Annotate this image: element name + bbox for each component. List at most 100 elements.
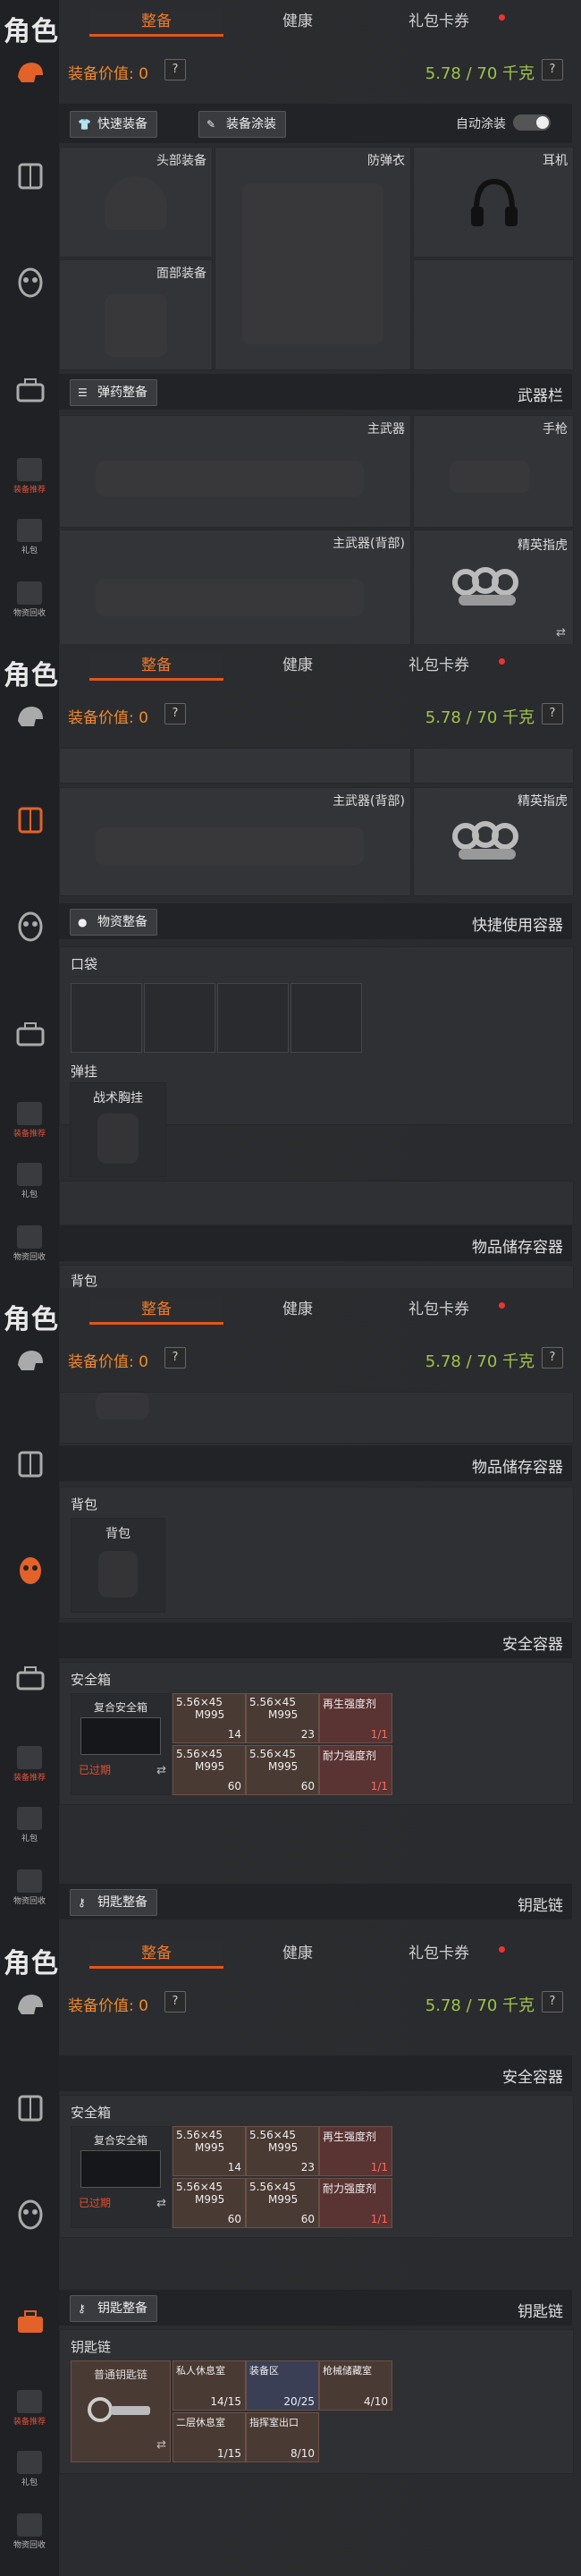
help-button[interactable]: ? <box>542 1347 563 1368</box>
slot-ear[interactable]: 耳机 <box>413 147 574 258</box>
key-item-2[interactable]: 装备区 20/25 <box>246 2360 319 2411</box>
safe-item-4[interactable]: 5.56×45 M995 60 <box>173 2178 246 2228</box>
tab-health[interactable]: 健康 <box>231 1941 365 1966</box>
help-button[interactable]: ? <box>542 703 563 724</box>
tab-prepare[interactable]: 整备 <box>89 653 223 681</box>
vest-icon[interactable] <box>13 801 48 837</box>
sidebar-item-gift[interactable]: 礼包 <box>9 519 50 564</box>
toolbox-icon[interactable] <box>13 372 48 408</box>
swap-icon[interactable]: ⇄ <box>556 626 566 640</box>
toolbox-icon[interactable] <box>13 1016 48 1052</box>
slot-pistol[interactable] <box>413 748 574 784</box>
help-button[interactable]: ? <box>164 1347 186 1368</box>
safe-item-5[interactable]: 5.56×45 M995 60 <box>246 2178 319 2228</box>
sidebar-item-recycle[interactable]: 物资回收 <box>9 1869 50 1914</box>
safe-item-5[interactable]: 5.56×45 M995 60 <box>246 1745 319 1795</box>
pocket-slot-1[interactable] <box>71 983 142 1053</box>
toolbox-icon[interactable] <box>13 2304 48 2340</box>
sidebar-item-recycle[interactable]: 物资回收 <box>9 581 50 626</box>
sidebar-item-gift[interactable]: 礼包 <box>9 2451 50 2496</box>
swap-icon[interactable]: ⇄ <box>156 2197 166 2210</box>
helmet-icon[interactable] <box>13 1987 48 2023</box>
tab-gift-cards[interactable]: 礼包卡券 <box>372 653 506 678</box>
sidebar-item-recommend[interactable]: 装备推荐 <box>9 1746 50 1791</box>
ammo-button[interactable]: ☰ 弹药整备 <box>70 379 157 406</box>
tab-gift-cards[interactable]: 礼包卡券 <box>372 1941 506 1966</box>
safe-item-1[interactable]: 5.56×45 M995 14 <box>173 1693 246 1743</box>
sidebar-item-gift[interactable]: 礼包 <box>9 1163 50 1208</box>
keychain-box[interactable]: 普通钥匙链 ⇄ <box>71 2360 171 2462</box>
tab-prepare[interactable]: 整备 <box>89 9 223 37</box>
slot-head[interactable]: 头部装备 <box>59 147 213 258</box>
slot-melee[interactable]: 精英指虎 ⇄ <box>413 530 574 644</box>
sidebar-item-recommend[interactable]: 装备推荐 <box>9 458 50 503</box>
swap-icon[interactable]: ⇄ <box>156 2438 166 2452</box>
sidebar-item-recommend[interactable]: 装备推荐 <box>9 2390 50 2435</box>
key-item-3[interactable]: 枪械储藏室 4/10 <box>319 2360 392 2411</box>
vest-icon[interactable] <box>13 157 48 193</box>
tab-health[interactable]: 健康 <box>231 653 365 678</box>
safe-item-3[interactable]: 再生强度剂 1/1 <box>319 2126 392 2176</box>
slot-primary[interactable]: 主武器 <box>59 415 411 528</box>
rifle-ghost <box>96 461 364 496</box>
tab-prepare[interactable]: 整备 <box>89 1297 223 1325</box>
sidebar-item-recycle[interactable]: 物资回收 <box>9 2513 50 2558</box>
auto-paint-toggle[interactable] <box>513 114 551 131</box>
backpack-slot[interactable]: 背包 <box>71 1518 165 1613</box>
vest-icon[interactable] <box>13 2089 48 2125</box>
vest-icon[interactable] <box>13 1445 48 1481</box>
rig-item-name: 战术胸挂 <box>93 1091 143 1106</box>
paint-button[interactable]: ✎ 装备涂装 <box>198 111 286 138</box>
sidebar-item-recommend[interactable]: 装备推荐 <box>9 1102 50 1147</box>
slot-armor[interactable]: 防弹衣 <box>215 147 411 370</box>
safe-box[interactable]: 复合安全箱 已过期 ⇄ <box>71 1693 171 1795</box>
sidebar-item-gift[interactable]: 礼包 <box>9 1807 50 1852</box>
key-item-1[interactable]: 私人休息室 14/15 <box>173 2360 246 2411</box>
mask-icon[interactable] <box>13 909 48 945</box>
help-button[interactable]: ? <box>542 1991 563 2012</box>
key-item-4[interactable]: 二层休息室 1/15 <box>173 2412 246 2462</box>
safe-item-2[interactable]: 5.56×45 M995 23 <box>246 1693 319 1743</box>
tab-gift-cards[interactable]: 礼包卡券 <box>372 1297 506 1322</box>
mask-icon[interactable] <box>13 1553 48 1589</box>
safe-box[interactable]: 复合安全箱 已过期 ⇄ <box>71 2126 171 2228</box>
pocket-slot-2[interactable] <box>144 983 215 1053</box>
mask-icon[interactable] <box>13 2197 48 2233</box>
safe-item-4[interactable]: 5.56×45 M995 60 <box>173 1745 246 1795</box>
slot-label: 精英指虎 <box>518 794 568 809</box>
slot-primary[interactable] <box>59 748 411 784</box>
safe-item-6[interactable]: 耐力强度剂 1/1 <box>319 1745 392 1795</box>
keys-button[interactable]: ⚷ 钥匙整备 <box>70 1889 157 1916</box>
slot-primary-back[interactable]: 主武器(背部) <box>59 787 411 896</box>
help-button[interactable]: ? <box>164 59 186 80</box>
helmet-icon[interactable] <box>13 55 48 91</box>
safe-item-2[interactable]: 5.56×45 M995 23 <box>246 2126 319 2176</box>
tab-gift-cards[interactable]: 礼包卡券 <box>372 9 506 34</box>
pocket-slot-4[interactable] <box>290 983 362 1053</box>
sidebar-item-recycle[interactable]: 物资回收 <box>9 1225 50 1270</box>
help-button[interactable]: ? <box>164 703 186 724</box>
helmet-icon[interactable] <box>13 1343 48 1379</box>
tab-health[interactable]: 健康 <box>231 1297 365 1322</box>
supplies-button[interactable]: ● 物资整备 <box>70 909 157 936</box>
safe-item-1[interactable]: 5.56×45 M995 14 <box>173 2126 246 2176</box>
slot-face[interactable]: 面部装备 <box>59 259 213 370</box>
rig-slot[interactable]: 战术胸挂 <box>70 1082 166 1177</box>
key-item-5[interactable]: 指挥室出口 8/10 <box>246 2412 319 2462</box>
pocket-slot-3[interactable] <box>217 983 289 1053</box>
slot-melee[interactable]: 精英指虎 <box>413 787 574 896</box>
slot-primary-back[interactable]: 主武器(背部) <box>59 530 411 644</box>
help-button[interactable]: ? <box>542 59 563 80</box>
swap-icon[interactable]: ⇄ <box>156 1764 166 1777</box>
help-button[interactable]: ? <box>164 1991 186 2012</box>
tab-prepare[interactable]: 整备 <box>89 1941 223 1969</box>
keys-button[interactable]: ⚷ 钥匙整备 <box>70 2295 157 2322</box>
slot-pistol[interactable]: 手枪 <box>413 415 574 528</box>
safe-item-6[interactable]: 耐力强度剂 1/1 <box>319 2178 392 2228</box>
tab-health[interactable]: 健康 <box>231 9 365 34</box>
quick-equip-button[interactable]: 👕 快速装备 <box>70 111 157 138</box>
mask-icon[interactable] <box>13 265 48 301</box>
safe-item-3[interactable]: 再生强度剂 1/1 <box>319 1693 392 1743</box>
helmet-icon[interactable] <box>13 699 48 735</box>
toolbox-icon[interactable] <box>13 1660 48 1696</box>
